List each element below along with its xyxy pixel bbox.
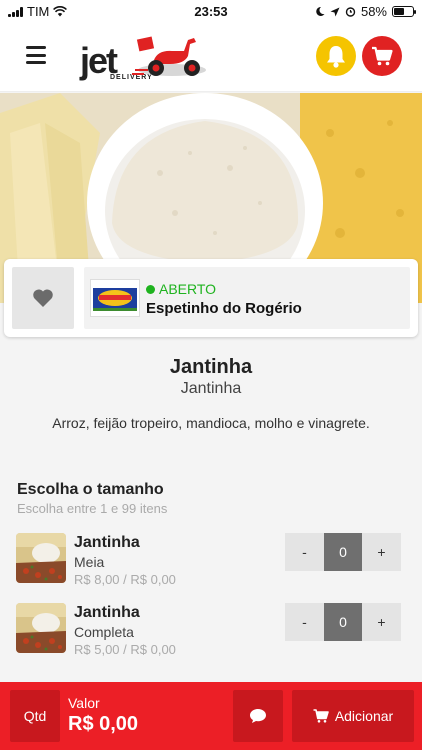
quantity-value: 0 — [324, 533, 362, 571]
product-title: Jantinha — [169, 356, 253, 378]
option-size: Meia — [74, 554, 105, 570]
increment-button[interactable]: + — [362, 603, 401, 641]
battery-percent: 58% — [360, 4, 387, 19]
chat-icon — [250, 709, 266, 723]
store-status: ABERTO — [146, 281, 216, 297]
store-name: Espetinho do Rogério — [146, 300, 302, 317]
store-logo-image — [93, 288, 137, 311]
heart-icon — [33, 289, 53, 307]
moon-icon — [316, 6, 325, 16]
location-icon — [330, 7, 340, 16]
battery-icon — [392, 6, 416, 17]
status-dot — [146, 284, 155, 294]
alarm-icon — [345, 7, 356, 17]
notifications-button[interactable] — [316, 36, 356, 76]
quantity-stepper: - 0 + — [285, 533, 401, 571]
option-name: Jantinha — [74, 604, 140, 621]
total-label: Valor — [68, 695, 100, 711]
comment-button[interactable] — [233, 690, 283, 742]
option-size: Completa — [74, 624, 134, 640]
quantity-value: 0 — [324, 603, 362, 641]
cart-button[interactable] — [362, 36, 402, 76]
checkout-bar: Qtd Valor R$ 0,00 Adicionar — [0, 682, 422, 750]
decrement-button[interactable]: - — [285, 533, 324, 571]
hamburger-icon[interactable] — [26, 46, 46, 64]
option-price: R$ 8,00 / R$ 0,00 — [74, 572, 176, 587]
favorite-button[interactable] — [12, 267, 74, 329]
scooter-icon — [132, 36, 206, 76]
product-subtitle: Jantinha — [180, 380, 242, 397]
options-subtitle: Escolha entre 1 e 99 itens — [17, 501, 168, 516]
status-bar: TIM 23:53 58% — [0, 0, 422, 24]
option-item: Jantinha Meia R$ 8,00 / R$ 0,00 - 0 + — [0, 533, 422, 591]
option-thumbnail — [16, 603, 66, 653]
add-to-cart-label: Adicionar — [334, 708, 394, 724]
total-value: R$ 0,00 — [68, 713, 139, 735]
options-title: Escolha o tamanho — [17, 481, 164, 498]
quantity-stepper: - 0 + — [285, 603, 401, 641]
add-to-cart-button[interactable]: Adicionar — [292, 690, 414, 742]
product-description: Arroz, feijão tropeiro, mandioca, molho … — [52, 415, 370, 431]
store-info[interactable]: ABERTO Espetinho do Rogério — [84, 267, 410, 329]
app-header: jet DELIVERY — [0, 24, 422, 92]
status-text: ABERTO — [159, 281, 217, 297]
cart-icon — [372, 46, 393, 66]
store-card: ABERTO Espetinho do Rogério — [4, 259, 418, 337]
food-thumbnail — [16, 533, 66, 583]
option-price: R$ 5,00 / R$ 0,00 — [74, 642, 176, 657]
option-item: Jantinha Completa R$ 5,00 / R$ 0,00 - 0 … — [0, 603, 422, 661]
decrement-button[interactable]: - — [285, 603, 324, 641]
status-right: 58% — [315, 4, 416, 19]
quantity-total-button[interactable]: Qtd — [10, 690, 60, 742]
store-logo — [90, 279, 140, 317]
food-thumbnail — [16, 603, 66, 653]
option-name: Jantinha — [74, 534, 140, 551]
jet-delivery-logo: jet DELIVERY — [78, 30, 208, 86]
cart-small-icon — [313, 709, 329, 723]
bell-icon — [327, 46, 345, 68]
option-thumbnail — [16, 533, 66, 583]
increment-button[interactable]: + — [362, 533, 401, 571]
